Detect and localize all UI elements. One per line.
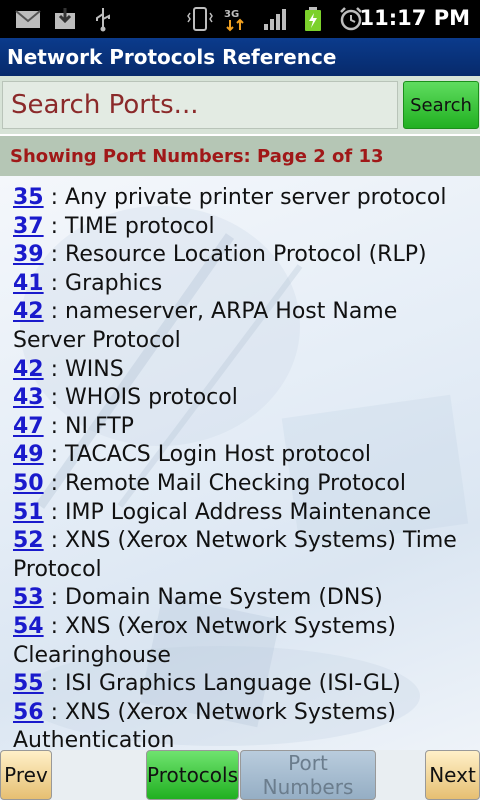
port-list-item: 35 : Any private printer server protocol — [13, 184, 473, 213]
port-description: : Domain Name System (DNS) — [43, 585, 383, 611]
page-info-banner: Showing Port Numbers: Page 2 of 13 — [0, 136, 480, 176]
port-number-link[interactable]: 49 — [13, 442, 44, 467]
port-description: : Any private printer server protocol — [43, 185, 447, 210]
port-number-link[interactable]: 53 — [13, 585, 44, 610]
port-description: : WHOIS protocol — [43, 385, 238, 411]
port-number-link[interactable]: 42 — [13, 299, 44, 324]
port-description: : Graphics — [43, 270, 163, 296]
port-list-panel[interactable]: 35 : Any private printer server protocol… — [0, 176, 480, 750]
port-description: : XNS (Xerox Network Systems) Authentica… — [13, 699, 397, 750]
port-description: : nameserver, ARPA Host Name Server Prot… — [13, 299, 398, 353]
port-list-item: 37 : TIME protocol — [13, 213, 473, 242]
page-info-text: Showing Port Numbers: Page 2 of 13 — [10, 146, 384, 167]
bottom-nav: Prev Protocols Port Numbers Next — [0, 750, 480, 800]
port-list: 35 : Any private printer server protocol… — [13, 184, 473, 750]
port-number-link[interactable]: 52 — [13, 528, 44, 553]
port-list-item: 54 : XNS (Xerox Network Systems) Clearin… — [13, 613, 473, 670]
port-description: : IMP Logical Address Maintenance — [43, 499, 432, 525]
search-bar: Search — [0, 76, 480, 134]
port-list-item: 43 : WHOIS protocol — [13, 384, 473, 413]
gmail-icon — [15, 10, 41, 28]
port-description: : Remote Mail Checking Protocol — [43, 470, 406, 496]
protocols-tab-button[interactable]: Protocols — [146, 750, 239, 800]
svg-text:3G: 3G — [224, 9, 239, 20]
clock: 11:17 PM — [359, 6, 470, 30]
port-description: : NI FTP — [43, 413, 134, 439]
port-number-link[interactable]: 56 — [13, 700, 44, 725]
status-bar: 3G 11:17 PM — [0, 0, 480, 38]
app-title-bar: Network Protocols Reference — [0, 38, 480, 77]
port-number-link[interactable]: 47 — [13, 414, 44, 439]
battery-charging-icon — [305, 7, 321, 31]
signal-icon — [264, 9, 286, 30]
port-number-link[interactable]: 37 — [13, 214, 44, 239]
port-numbers-tab-button[interactable]: Port Numbers — [240, 750, 376, 800]
port-number-link[interactable]: 51 — [13, 500, 44, 525]
port-number-link[interactable]: 42 — [13, 357, 44, 382]
port-list-item: 47 : NI FTP — [13, 413, 473, 442]
app-title: Network Protocols Reference — [7, 45, 337, 69]
download-icon — [55, 8, 75, 29]
search-button[interactable]: Search — [403, 81, 479, 129]
port-list-item: 53 : Domain Name System (DNS) — [13, 584, 473, 613]
port-list-item: 42 : WINS — [13, 356, 473, 385]
port-number-link[interactable]: 54 — [13, 614, 44, 639]
port-number-link[interactable]: 41 — [13, 271, 44, 296]
usb-icon — [96, 8, 110, 32]
prev-button[interactable]: Prev — [0, 750, 52, 800]
port-description: : TACACS Login Host protocol — [43, 442, 371, 468]
port-list-item: 49 : TACACS Login Host protocol — [13, 441, 473, 470]
vibrate-icon — [187, 7, 213, 31]
port-description: : XNS (Xerox Network Systems) Clearingho… — [13, 613, 397, 668]
port-number-link[interactable]: 50 — [13, 471, 44, 496]
3g-data-icon: 3G — [224, 9, 244, 32]
port-list-item: 39 : Resource Location Protocol (RLP) — [13, 241, 473, 270]
port-list-item: 50 : Remote Mail Checking Protocol — [13, 470, 473, 499]
port-description: : WINS — [43, 356, 124, 382]
next-button[interactable]: Next — [425, 750, 480, 800]
port-description: : XNS (Xerox Network Systems) Time Proto… — [13, 528, 457, 582]
port-list-item: 41 : Graphics — [13, 270, 473, 299]
port-number-link[interactable]: 55 — [13, 671, 44, 696]
search-input[interactable] — [2, 81, 398, 129]
port-list-item: 42 : nameserver, ARPA Host Name Server P… — [13, 298, 473, 355]
port-list-item: 51 : IMP Logical Address Maintenance — [13, 499, 473, 528]
port-description: : TIME protocol — [43, 213, 215, 239]
port-description: : Resource Location Protocol (RLP) — [43, 242, 427, 268]
port-number-link[interactable]: 43 — [13, 385, 44, 410]
port-description: : ISI Graphics Language (ISI-GL) — [43, 671, 401, 697]
port-number-link[interactable]: 39 — [13, 242, 44, 267]
port-number-link[interactable]: 35 — [13, 185, 44, 210]
port-list-item: 55 : ISI Graphics Language (ISI-GL) — [13, 670, 473, 699]
port-list-item: 52 : XNS (Xerox Network Systems) Time Pr… — [13, 527, 473, 584]
port-list-item: 56 : XNS (Xerox Network Systems) Authent… — [13, 699, 473, 750]
